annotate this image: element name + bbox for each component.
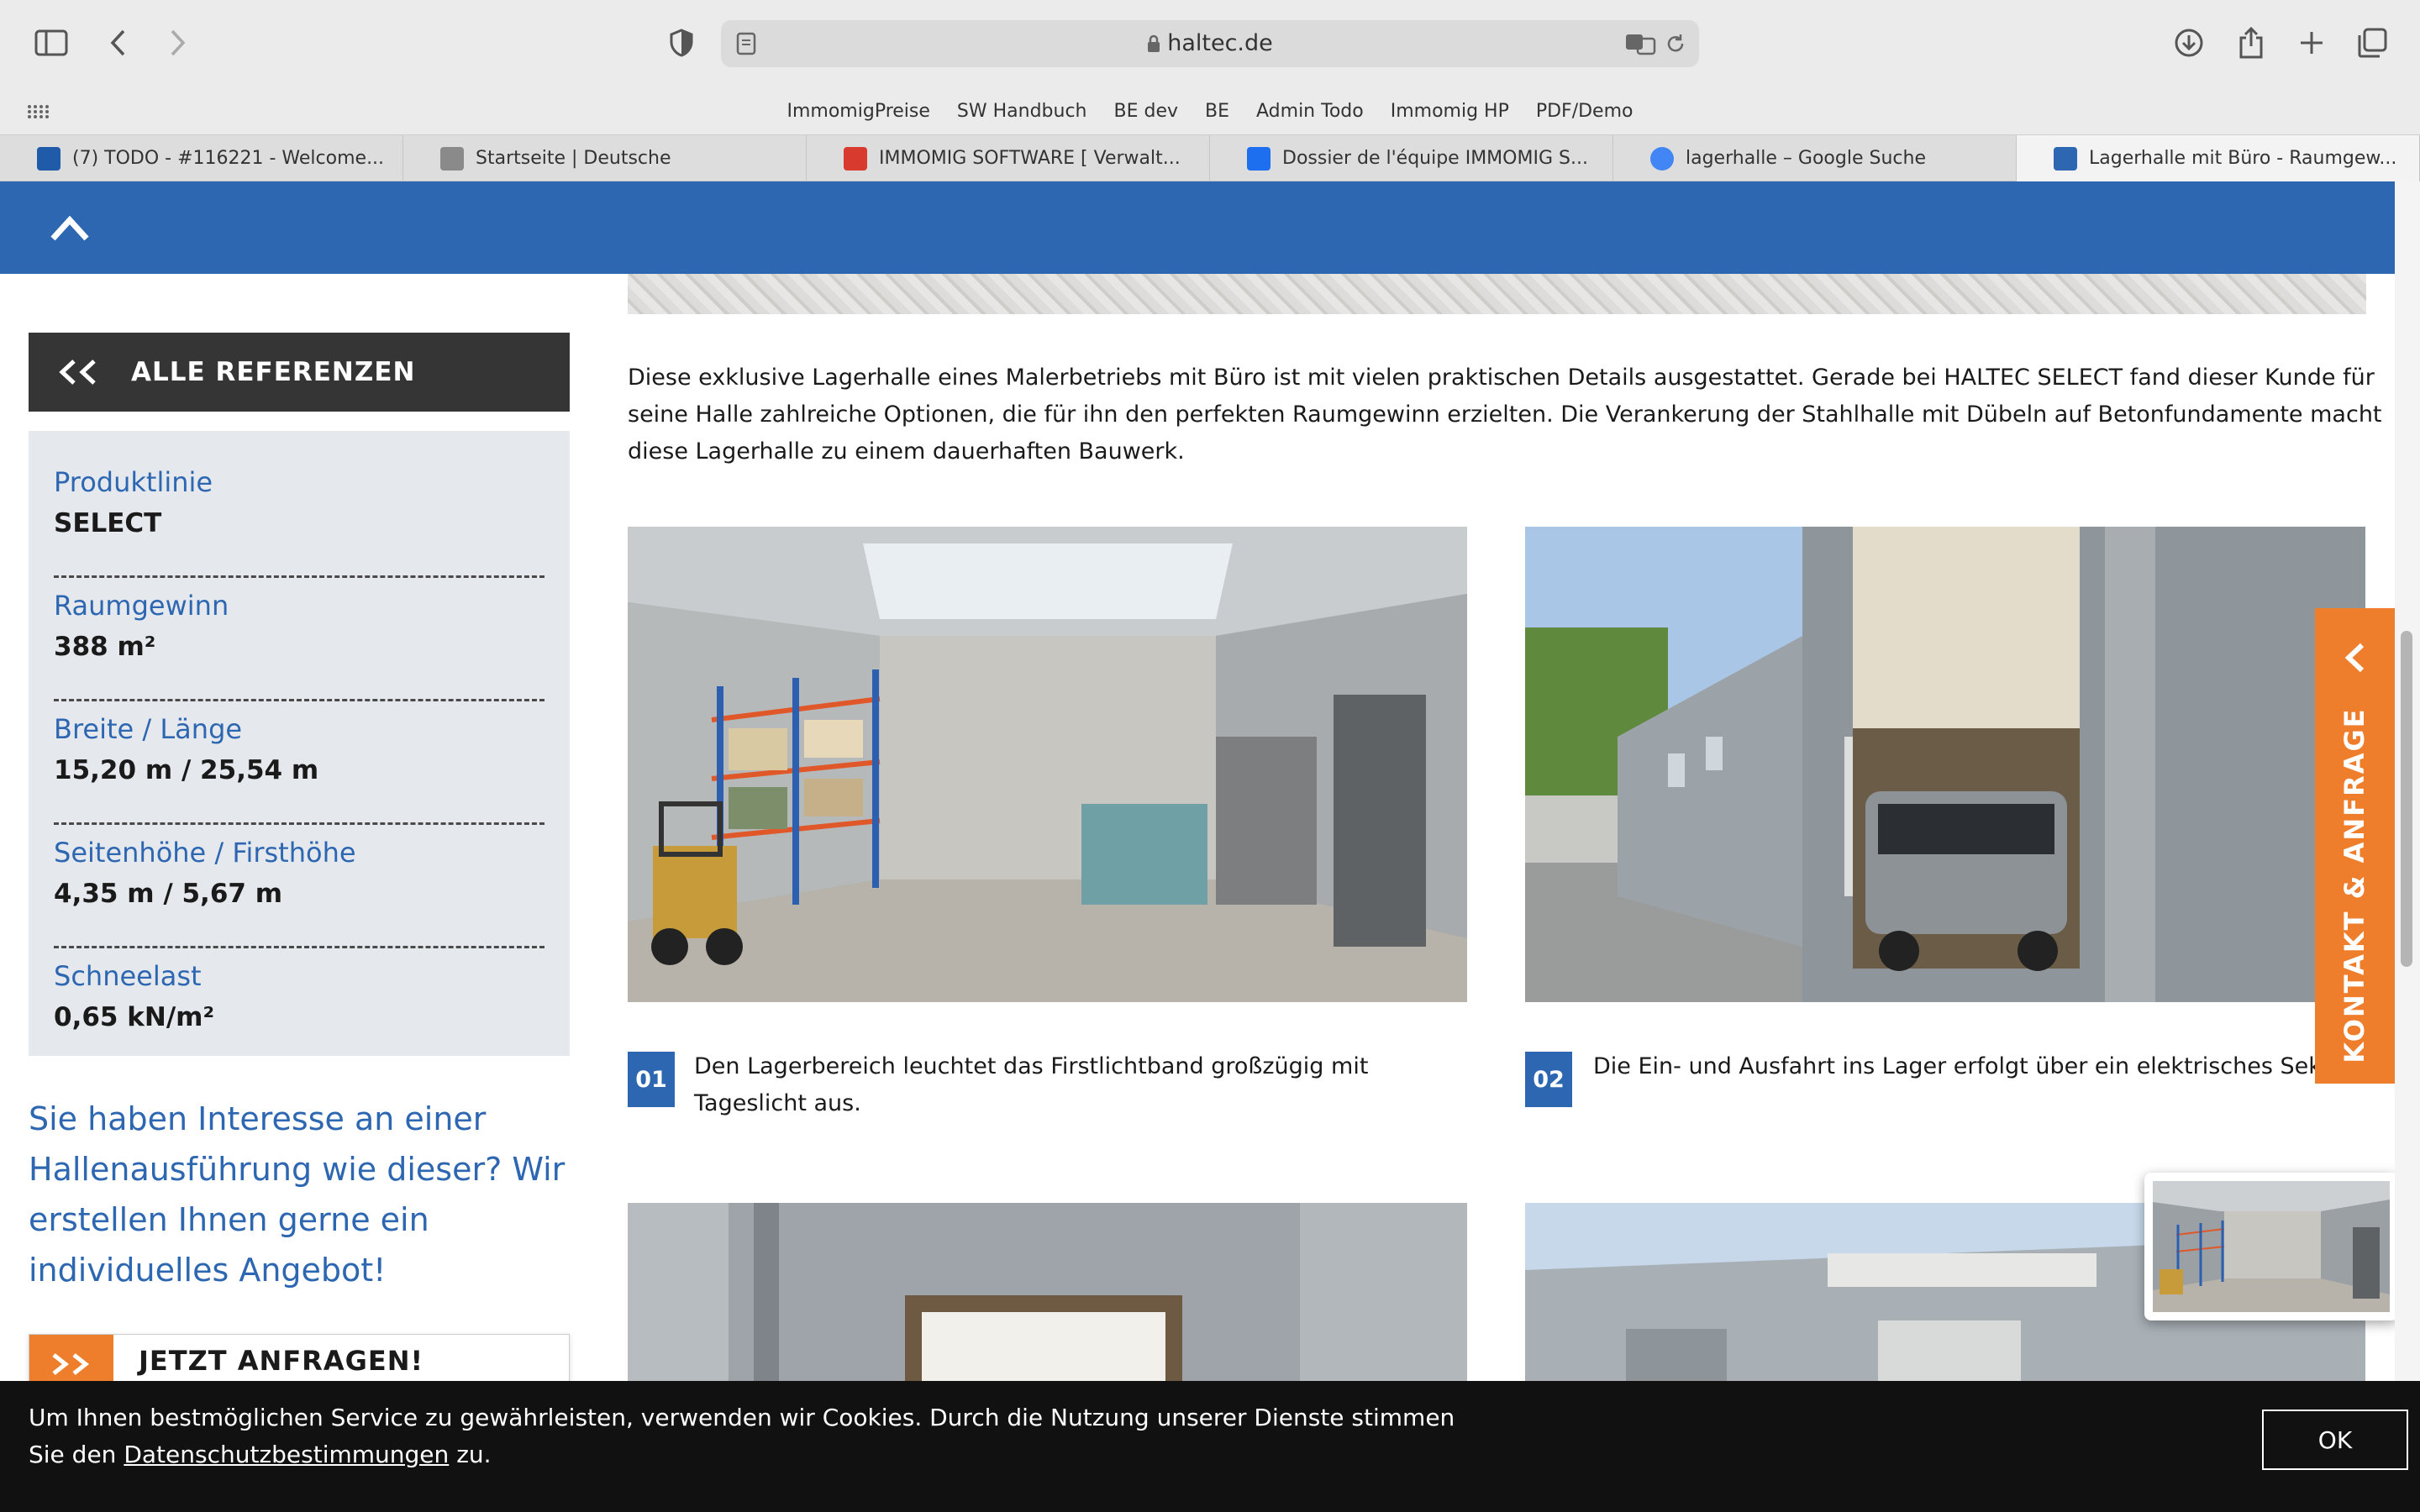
favorite-link[interactable]: PDF/Demo: [1536, 101, 1634, 122]
scrollbar-thumb[interactable]: [2401, 631, 2412, 967]
browser-tab-active[interactable]: Lagerhalle mit Büro - Raumgew...: [2017, 135, 2420, 181]
downloads-icon[interactable]: [2168, 22, 2210, 64]
fact-label: Raumgewinn: [54, 590, 229, 622]
tab-favicon-icon: [1247, 146, 1270, 171]
gallery-image[interactable]: [1525, 527, 2365, 1002]
web-page: ALLE REFERENZEN Produktlinie SELECT Raum…: [0, 181, 2420, 1512]
fact-item: Produktlinie SELECT: [54, 454, 544, 578]
fact-value: 4,35 m / 5,67 m: [54, 879, 283, 909]
gallery-image[interactable]: [628, 1203, 1467, 1381]
privacy-shield-icon[interactable]: [660, 22, 702, 64]
caption-number: 01: [628, 1052, 675, 1107]
fact-label: Seitenhöhe / Firsthöhe: [54, 837, 356, 869]
fact-item: Seitenhöhe / Firsthöhe 4,35 m / 5,67 m: [54, 825, 544, 948]
gallery-caption: Die Ein- und Ausfahrt ins Lager erfolgt …: [1593, 1053, 2316, 1079]
warehouse-thumbnail-photo: [2153, 1181, 2390, 1312]
cookie-banner: Um Ihnen bestmöglichen Service zu gewähr…: [0, 1381, 2420, 1512]
contact-request-tab[interactable]: KONTAKT & ANFRAGE: [2315, 608, 2395, 1084]
browser-toolbar: haltec.de: [0, 0, 2420, 87]
tab-favicon-icon: [440, 146, 464, 171]
new-tab-icon[interactable]: [2291, 22, 2333, 64]
browser-tab[interactable]: lagerhalle – Google Suche: [1613, 135, 2017, 181]
fact-item: Raumgewinn 388 m²: [54, 578, 544, 701]
browser-tab[interactable]: IMMOMIG SOFTWARE [ Verwalt...: [807, 135, 1210, 181]
favorite-link[interactable]: BE: [1205, 101, 1229, 122]
gallery-image[interactable]: [628, 527, 1467, 1002]
fact-value: SELECT: [54, 508, 162, 538]
site-header: [0, 181, 2395, 274]
favorite-link[interactable]: BE dev: [1114, 101, 1179, 122]
chevron-left-icon: [2344, 643, 2365, 673]
browser-tab[interactable]: Dossier de l'équipe IMMOMIG S...: [1210, 135, 1613, 181]
lock-icon: [1148, 34, 1160, 52]
apps-grid-icon[interactable]: [27, 104, 49, 119]
tab-favicon-icon: [1650, 146, 1674, 171]
translate-icon[interactable]: [1625, 32, 1657, 55]
tab-overview-icon[interactable]: [2351, 22, 2393, 64]
project-description: Diese exklusive Lagerhalle eines Malerbe…: [628, 365, 2382, 465]
gallery-caption: Den Lagerbereich leuchtet das Firstlicht…: [694, 1053, 1369, 1116]
tab-favicon-icon: [37, 146, 60, 171]
hall-exterior-van-photo: [1525, 527, 2365, 1002]
sidebar-toggle-icon[interactable]: [30, 22, 72, 64]
hero-image: [628, 274, 2366, 314]
privacy-policy-link[interactable]: Datenschutzbestimmungen: [124, 1441, 449, 1468]
fact-label: Produktlinie: [54, 466, 213, 498]
interest-text: Sie haben Interesse an einer Hallenausfü…: [29, 1100, 566, 1289]
fact-label: Schneelast: [54, 960, 202, 992]
back-icon[interactable]: [97, 22, 139, 64]
floating-thumbnail[interactable]: [2144, 1173, 2398, 1320]
tab-favicon-icon: [844, 146, 867, 171]
caption-number: 02: [1525, 1052, 1572, 1107]
favorites-bar: ImmomigPreise SW Handbuch BE dev BE Admi…: [0, 87, 2420, 134]
share-icon[interactable]: [2230, 22, 2272, 64]
cookie-ok-button[interactable]: OK: [2262, 1410, 2408, 1470]
favorite-link[interactable]: Immomig HP: [1391, 101, 1509, 122]
forward-icon[interactable]: [156, 22, 198, 64]
fact-value: 0,65 kN/m²: [54, 1002, 215, 1032]
tab-favicon-icon: [2054, 146, 2077, 171]
fact-item: Schneelast 0,65 kN/m²: [54, 948, 544, 1072]
browser-tab[interactable]: (7) TODO - #116221 - Welcome...: [0, 135, 403, 181]
fact-item: Breite / Länge 15,20 m / 25,54 m: [54, 701, 544, 825]
favorite-link[interactable]: SW Handbuch: [957, 101, 1087, 122]
warehouse-interior-photo: [628, 527, 1467, 1002]
favorite-link[interactable]: ImmomigPreise: [787, 101, 930, 122]
cookie-message-end: zu.: [449, 1441, 492, 1468]
all-references-button[interactable]: ALLE REFERENZEN: [29, 333, 570, 412]
double-chevron-left-icon: [59, 360, 96, 385]
project-facts: Produktlinie SELECT Raumgewinn 388 m² Br…: [29, 431, 570, 1056]
browser-tab[interactable]: Startseite | Deutsche: [403, 135, 807, 181]
favorite-link[interactable]: Admin Todo: [1256, 101, 1364, 122]
fact-label: Breite / Länge: [54, 713, 243, 745]
address-bar[interactable]: haltec.de: [721, 20, 1699, 67]
url-text: haltec.de: [1167, 30, 1273, 56]
hall-door-photo: [628, 1203, 1467, 1381]
tab-bar: (7) TODO - #116221 - Welcome... Startsei…: [0, 134, 2420, 181]
fact-value: 388 m²: [54, 632, 156, 662]
fact-value: 15,20 m / 25,54 m: [54, 755, 319, 785]
reload-icon[interactable]: [1664, 32, 1687, 55]
scroll-up-icon[interactable]: [46, 207, 93, 249]
